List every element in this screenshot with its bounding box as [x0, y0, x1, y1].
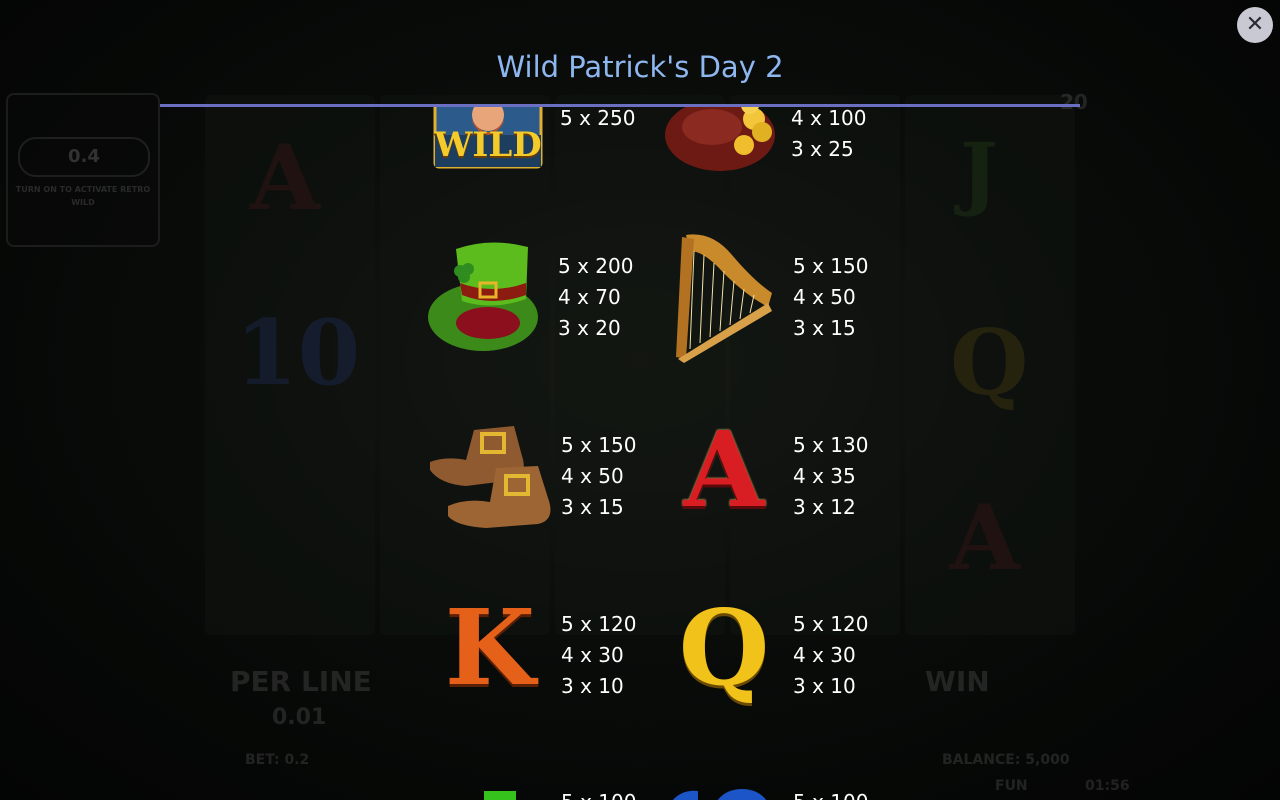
payout-4: 4 x 30	[561, 643, 624, 667]
payout-5: 5 x 120	[793, 612, 869, 636]
boots-symbol	[426, 422, 558, 536]
payout-5: 5 x 250	[560, 107, 636, 130]
j-payouts: 5 x 100	[561, 787, 636, 800]
ten-payouts: 5 x 100	[793, 787, 868, 800]
leprechaun-hat-payouts: 5 x 200 4 x 70 3 x 20	[558, 251, 633, 344]
payout-4: 4 x 35	[793, 464, 856, 488]
payout-3: 3 x 25	[791, 137, 854, 161]
payout-5: 5 x 200	[558, 254, 634, 278]
payout-3: 3 x 12	[793, 495, 856, 519]
q-symbol: Q	[678, 586, 770, 709]
harp-symbol	[672, 231, 778, 367]
wild-payouts: 5 x 250	[560, 107, 635, 134]
harp-payouts: 5 x 150 4 x 50 3 x 15	[793, 251, 868, 344]
payout-3: 3 x 15	[793, 316, 856, 340]
a-symbol: A	[683, 408, 765, 531]
payout-5: 5 x 150	[793, 254, 869, 278]
payout-3: 3 x 10	[793, 674, 856, 698]
j-icon	[484, 791, 516, 800]
wild-label: WILD	[434, 125, 542, 165]
pot-of-gold-payouts: 4 x 100 3 x 25	[791, 107, 866, 165]
paytable-scroll-area[interactable]: WILD 5 x 250 4 x 100 3 x 25 5 x 200 4 x …	[0, 107, 1280, 800]
pot-of-gold-symbol	[662, 107, 782, 186]
ten-symbol	[664, 787, 774, 800]
ten-icon	[673, 789, 767, 800]
payout-5: 5 x 150	[561, 433, 637, 457]
payout-4: 4 x 50	[561, 464, 624, 488]
leprechaun-hat-symbol	[428, 237, 548, 361]
payout-5: 5 x 100	[793, 787, 868, 800]
payout-3: 3 x 20	[558, 316, 621, 340]
j-symbol	[480, 789, 520, 800]
payout-4: 4 x 50	[793, 285, 856, 309]
close-button[interactable]: ✕	[1237, 7, 1273, 43]
payout-3: 3 x 15	[561, 495, 624, 519]
q-payouts: 5 x 120 4 x 30 3 x 10	[793, 609, 868, 702]
payout-5: 5 x 100	[561, 787, 636, 800]
payout-5: 5 x 130	[793, 433, 869, 457]
k-payouts: 5 x 120 4 x 30 3 x 10	[561, 609, 636, 702]
wild-symbol: WILD	[433, 107, 543, 177]
harp-icon	[676, 234, 772, 363]
payout-4: 4 x 30	[793, 643, 856, 667]
boots-icon	[430, 426, 551, 528]
payout-3: 3 x 10	[561, 674, 624, 698]
paytable-title: Wild Patrick's Day 2	[496, 50, 784, 84]
payout-5: 5 x 120	[561, 612, 637, 636]
a-payouts: 5 x 130 4 x 35 3 x 12	[793, 430, 868, 523]
pot-of-gold-icon	[665, 107, 775, 171]
leprechaun-hat-icon	[428, 242, 538, 351]
k-symbol: K	[444, 586, 536, 709]
payout-4: 4 x 100	[791, 107, 867, 130]
boots-payouts: 5 x 150 4 x 50 3 x 15	[561, 430, 636, 523]
payout-4: 4 x 70	[558, 285, 621, 309]
